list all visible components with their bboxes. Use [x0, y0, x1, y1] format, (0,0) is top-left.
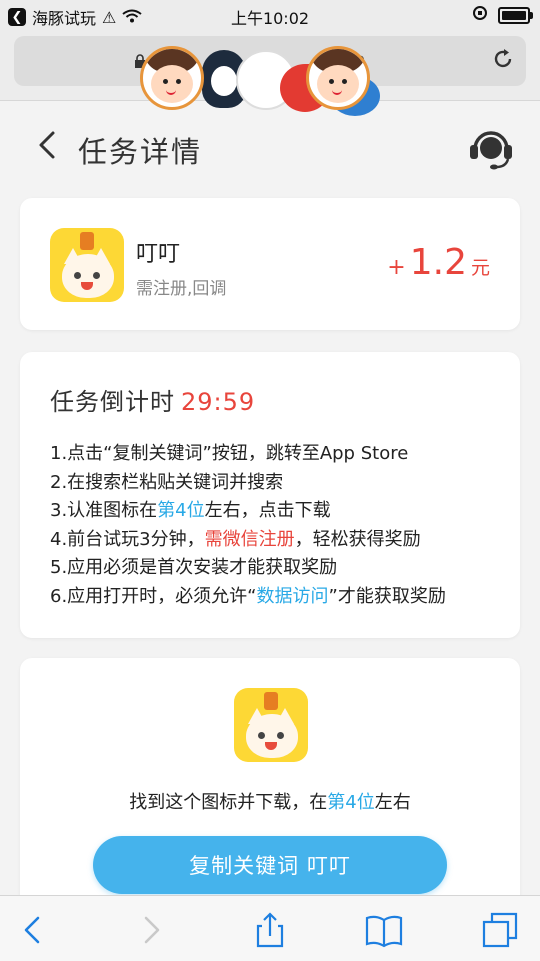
task-instructions-card: 任务倒计时 29:59 1.点击“复制关键词”按钮，跳转至App Store 2.… — [20, 352, 520, 638]
forward-nav-icon[interactable] — [130, 910, 170, 950]
tabs-icon[interactable] — [480, 910, 520, 950]
status-bar: ❮ 海豚试玩 ⚠ 上午10:02 — [0, 0, 540, 30]
app-info-card: 叮叮 需注册,回调 + 1.2 元 — [20, 198, 520, 330]
reload-icon[interactable] — [490, 46, 516, 78]
app-icon-large — [234, 688, 308, 762]
reward-value: 1.2 — [409, 242, 467, 283]
step-item: 2.在搜索栏粘贴关键词并搜索 — [50, 471, 284, 493]
reward-plus: + — [387, 255, 406, 280]
app-name: 叮叮 — [136, 242, 181, 267]
app-icon — [50, 228, 124, 302]
bookmarks-icon[interactable] — [364, 910, 404, 950]
copy-keyword-button[interactable]: 复制关键词 叮叮 — [93, 836, 447, 894]
page-header: 任务详情 — [0, 101, 540, 191]
battery-icon — [498, 6, 533, 24]
task-steps: 1.点击“复制关键词”按钮，跳转至App Store 2.在搜索栏粘贴关键词并搜… — [50, 440, 446, 611]
back-nav-icon[interactable] — [14, 910, 54, 950]
browser-toolbar — [0, 895, 540, 961]
status-time: 上午10:02 — [230, 9, 310, 28]
customer-service-icon[interactable] — [466, 123, 516, 173]
step-item: 6.应用打开时，必须允许“数据访问”才能获取奖励 — [50, 585, 446, 607]
app-requirements: 需注册,回调 — [136, 279, 227, 299]
step-item: 5.应用必须是首次安装才能获取奖励 — [50, 557, 338, 578]
find-instruction: 找到这个图标并下载，在第4位左右 — [129, 792, 411, 813]
countdown-time: 29:59 — [181, 388, 256, 416]
countdown-label: 任务倒计时 — [50, 388, 175, 416]
step-item: 1.点击“复制关键词”按钮，跳转至App Store — [50, 443, 409, 464]
countdown: 任务倒计时 29:59 — [50, 382, 255, 417]
back-arrow-icon[interactable] — [36, 129, 58, 161]
step-item: 4.前台试玩3分钟，需微信注册，轻松获得奖励 — [50, 528, 421, 550]
step-item: 3.认准图标在第4位左右，点击下载 — [50, 500, 331, 521]
rotation-lock-icon — [472, 5, 488, 25]
share-icon[interactable] — [250, 910, 290, 950]
page-title: 任务详情 — [78, 135, 203, 169]
reward-unit: 元 — [470, 257, 490, 279]
reward-amount: + 1.2 元 — [387, 242, 490, 283]
browser-address-area: om — [0, 30, 540, 116]
